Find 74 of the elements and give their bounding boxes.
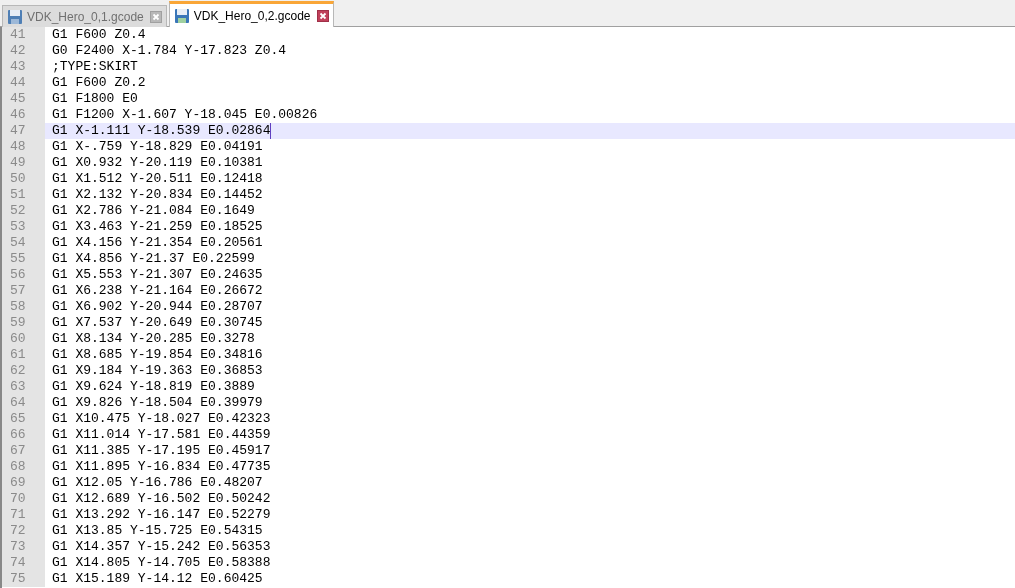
line-number: 49 bbox=[2, 155, 45, 171]
code-line: G1 X14.805 Y-14.705 E0.58388 bbox=[52, 555, 271, 571]
code-line: G1 X6.238 Y-21.164 E0.26672 bbox=[52, 283, 263, 299]
code-line: G1 X11.014 Y-17.581 E0.44359 bbox=[52, 427, 271, 443]
code-line: G1 X13.292 Y-16.147 E0.52279 bbox=[52, 507, 271, 523]
line-number: 55 bbox=[2, 251, 45, 267]
line-number: 51 bbox=[2, 187, 45, 203]
code-line: G1 X6.902 Y-20.944 E0.28707 bbox=[52, 299, 263, 315]
code-line: G1 F1200 X-1.607 Y-18.045 E0.00826 bbox=[52, 107, 318, 123]
code-line: G1 X12.05 Y-16.786 E0.48207 bbox=[52, 475, 263, 491]
line-number: 52 bbox=[2, 203, 45, 219]
line-number: 53 bbox=[2, 219, 45, 235]
line-number: 58 bbox=[2, 299, 45, 315]
code-line: G1 X10.475 Y-18.027 E0.42323 bbox=[52, 411, 271, 427]
code-line: G1 X0.932 Y-20.119 E0.10381 bbox=[52, 155, 263, 171]
line-number: 68 bbox=[2, 459, 45, 475]
line-number: 48 bbox=[2, 139, 45, 155]
line-number: 59 bbox=[2, 315, 45, 331]
code-line: G1 X13.85 Y-15.725 E0.54315 bbox=[52, 523, 263, 539]
code-line: G1 F600 Z0.4 bbox=[52, 27, 146, 43]
code-line: G1 X1.512 Y-20.511 E0.12418 bbox=[52, 171, 263, 187]
code-line: G1 X5.553 Y-21.307 E0.24635 bbox=[52, 267, 263, 283]
code-line: G1 X2.786 Y-21.084 E0.1649 bbox=[52, 203, 255, 219]
code-line: G1 X-.759 Y-18.829 E0.04191 bbox=[52, 139, 263, 155]
line-number: 46 bbox=[2, 107, 45, 123]
line-number: 69 bbox=[2, 475, 45, 491]
code-line: G1 X9.826 Y-18.504 E0.39979 bbox=[52, 395, 263, 411]
code-line: ;TYPE:SKIRT bbox=[52, 59, 138, 75]
line-number: 61 bbox=[2, 347, 45, 363]
file-tab[interactable]: VDK_Hero_0,2.gcode bbox=[168, 1, 334, 27]
text-cursor bbox=[270, 123, 272, 139]
line-number: 70 bbox=[2, 491, 45, 507]
close-icon[interactable] bbox=[316, 9, 329, 22]
code-line: G1 X9.624 Y-18.819 E0.3889 bbox=[52, 379, 255, 395]
line-number: 60 bbox=[2, 331, 45, 347]
line-number: 65 bbox=[2, 411, 45, 427]
line-number: 45 bbox=[2, 91, 45, 107]
code-line: G1 X11.385 Y-17.195 E0.45917 bbox=[52, 443, 271, 459]
code-line: G1 F600 Z0.2 bbox=[52, 75, 146, 91]
code-line: G1 X2.132 Y-20.834 E0.14452 bbox=[52, 187, 263, 203]
code-line: G1 X7.537 Y-20.649 E0.30745 bbox=[52, 315, 263, 331]
code-line: G1 X-1.111 Y-18.539 E0.02864 bbox=[52, 123, 271, 139]
code-line: G1 X9.184 Y-19.363 E0.36853 bbox=[52, 363, 263, 379]
line-number: 75 bbox=[2, 571, 45, 587]
line-number: 62 bbox=[2, 363, 45, 379]
code-line: G1 X14.357 Y-15.242 E0.56353 bbox=[52, 539, 271, 555]
line-number: 71 bbox=[2, 507, 45, 523]
line-number: 63 bbox=[2, 379, 45, 395]
code-line: G1 X12.689 Y-16.502 E0.50242 bbox=[52, 491, 271, 507]
line-number: 50 bbox=[2, 171, 45, 187]
code-line: G1 X8.685 Y-19.854 E0.34816 bbox=[52, 347, 263, 363]
code-line: G1 X15.189 Y-14.12 E0.60425 bbox=[52, 571, 263, 587]
line-number: 41 bbox=[2, 27, 45, 43]
line-number: 42 bbox=[2, 43, 45, 59]
line-number: 43 bbox=[2, 59, 45, 75]
line-number: 72 bbox=[2, 523, 45, 539]
code-line: G1 X8.134 Y-20.285 E0.3278 bbox=[52, 331, 255, 347]
line-number: 74 bbox=[2, 555, 45, 571]
line-number: 57 bbox=[2, 283, 45, 299]
line-number: 67 bbox=[2, 443, 45, 459]
line-number: 64 bbox=[2, 395, 45, 411]
line-number: 44 bbox=[2, 75, 45, 91]
line-number: 54 bbox=[2, 235, 45, 251]
line-number: 56 bbox=[2, 267, 45, 283]
line-number: 66 bbox=[2, 427, 45, 443]
line-number: 47 bbox=[2, 123, 45, 139]
code-line: G1 X4.156 Y-21.354 E0.20561 bbox=[52, 235, 263, 251]
code-line: G1 X11.895 Y-16.834 E0.47735 bbox=[52, 459, 271, 475]
file-tab[interactable]: VDK_Hero_0,1.gcode bbox=[2, 5, 167, 27]
code-line: G0 F2400 X-1.784 Y-17.823 Z0.4 bbox=[52, 43, 287, 59]
code-line: G1 F1800 E0 bbox=[52, 91, 138, 107]
code-line: G1 X3.463 Y-21.259 E0.18525 bbox=[52, 219, 263, 235]
code-line: G1 X4.856 Y-21.37 E0.22599 bbox=[52, 251, 255, 267]
line-number: 73 bbox=[2, 539, 45, 555]
